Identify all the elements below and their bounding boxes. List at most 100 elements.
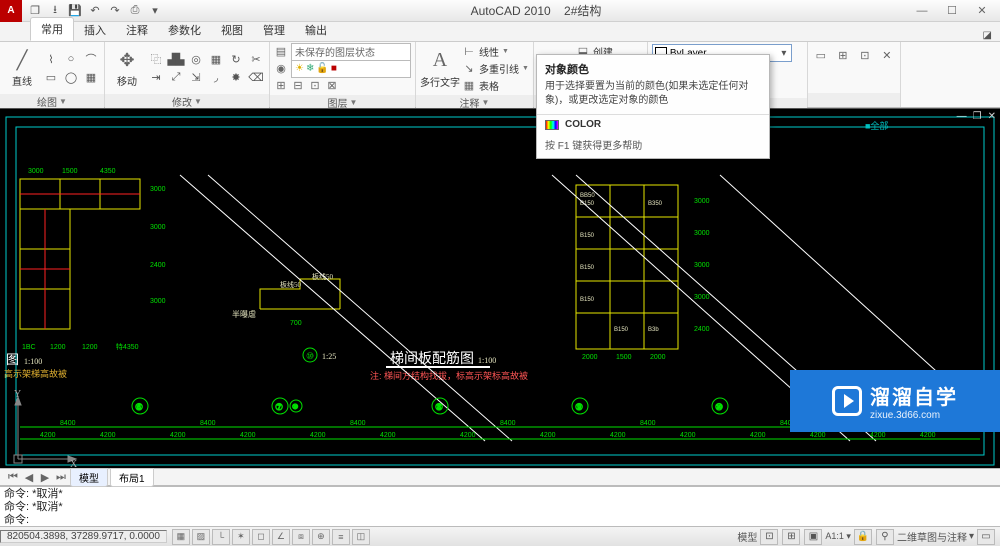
svg-text:1500: 1500 [62, 168, 78, 175]
svg-text:4200: 4200 [460, 432, 476, 439]
copy-icon[interactable]: ⿻ [147, 51, 165, 67]
tab-next-icon[interactable]: ▶ [38, 471, 52, 484]
layer-state-combo[interactable]: 未保存的图层状态 [291, 43, 411, 61]
array-icon[interactable]: ▦ [207, 51, 225, 67]
tooltip-desc: 用于选择要置为当前的颜色(如果未选定任何对象)，或更改选定对象的颜色 [545, 80, 761, 108]
doc-min-icon[interactable]: — [957, 111, 967, 122]
tab-manage[interactable]: 管理 [253, 19, 295, 41]
layer-tool3-icon[interactable]: ⊡ [308, 79, 322, 93]
fillet-icon[interactable]: ◞ [207, 69, 225, 85]
svg-text:4200: 4200 [100, 432, 116, 439]
svg-text:1200: 1200 [50, 344, 66, 351]
svg-text:700: 700 [290, 320, 302, 327]
layer-iso-icon[interactable]: ◉ [274, 62, 288, 76]
mtext-button[interactable]: A 多行文字 [420, 45, 460, 93]
calc-icon[interactable]: ⊞ [834, 46, 852, 64]
tab-first-icon[interactable]: ⏮ [6, 471, 20, 484]
watermark-title: 溜溜自学 [870, 381, 958, 410]
svg-text:4200: 4200 [920, 432, 936, 439]
cmd-history-1: 命令: *取消* [4, 488, 996, 501]
svg-text:4200: 4200 [310, 432, 326, 439]
qat-more-icon[interactable]: ▾ [146, 3, 164, 19]
mirror-icon[interactable]: ▟▙ [167, 51, 185, 67]
svg-text:3000: 3000 [28, 168, 44, 175]
panel-layer-title[interactable]: 图层▼ [270, 95, 415, 109]
tooltip-help: 按 F1 键获得更多帮助 [537, 134, 769, 158]
dim-linear-icon: ⊢ [462, 45, 476, 59]
pline-icon[interactable]: ⌇ [42, 51, 60, 67]
stretch-icon[interactable]: ⇲ [187, 69, 205, 85]
svg-text:4200: 4200 [680, 432, 696, 439]
layer-tool1-icon[interactable]: ⊞ [274, 79, 288, 93]
tab-prev-icon[interactable]: ◀ [22, 471, 36, 484]
panel-modify-title[interactable]: 修改▼ [105, 94, 269, 108]
svg-text:注: 梯间方结构找拔，标高示架标高故被: 注: 梯间方结构找拔，标高示架标高故被 [370, 370, 528, 381]
svg-text:B150: B150 [580, 265, 595, 271]
svg-text:Y: Y [14, 389, 21, 400]
arc-icon[interactable]: ⌒ [82, 51, 100, 67]
app-logo[interactable]: A [0, 0, 22, 22]
tab-annotate[interactable]: 注释 [116, 19, 158, 41]
svg-text:8400: 8400 [350, 420, 366, 427]
command-line[interactable]: 命令: *取消* 命令: *取消* 命令: [0, 486, 1000, 526]
tab-common[interactable]: 常用 [30, 17, 74, 41]
mleader-button[interactable]: ↘多重引线▼ [462, 61, 529, 76]
dim-linear-button[interactable]: ⊢线性▼ [462, 44, 529, 59]
tab-last-icon[interactable]: ⏭ [54, 471, 68, 484]
trim-icon[interactable]: ✂ [247, 51, 265, 67]
hatch-icon[interactable]: ▦ [82, 69, 100, 85]
layer-combo[interactable]: ☀❄🔓■ [291, 60, 411, 78]
qat-redo-icon[interactable]: ↷ [106, 3, 124, 19]
svg-text:X: X [70, 459, 78, 468]
svg-text:4200: 4200 [610, 432, 626, 439]
ellipse-icon[interactable]: ◯ [62, 69, 80, 85]
panel-util: ▭ ⊞ ⊡ ✕ [808, 42, 901, 107]
tab-output[interactable]: 输出 [295, 19, 337, 41]
svg-text:图: 图 [6, 352, 19, 367]
table-button[interactable]: ▦表格 [462, 78, 529, 93]
line-button[interactable]: ╱ 直线 [4, 44, 40, 92]
tab-model[interactable]: 模型 [70, 468, 108, 487]
layer-tool4-icon[interactable]: ⊠ [325, 79, 339, 93]
rect-icon[interactable]: ▭ [42, 69, 60, 85]
erase-icon[interactable]: ⌫ [247, 69, 265, 85]
extend-icon[interactable]: ⇥ [147, 69, 165, 85]
circle-icon[interactable]: ○ [62, 51, 80, 67]
svg-text:⑩: ⑩ [715, 402, 723, 412]
measure-icon[interactable]: ▭ [812, 46, 830, 64]
panel-annot-title[interactable]: 注释▼ [416, 95, 533, 109]
tab-view[interactable]: 视图 [211, 19, 253, 41]
svg-text:4200: 4200 [380, 432, 396, 439]
close-button[interactable]: ✕ [968, 2, 996, 20]
tab-layout1[interactable]: 布局1 [110, 468, 154, 487]
doc-close-icon[interactable]: ✕ [988, 111, 996, 122]
minimize-button[interactable]: — [908, 2, 936, 20]
svg-text:B150: B150 [580, 233, 595, 239]
svg-text:1:25: 1:25 [322, 352, 336, 361]
move-button[interactable]: ✥ 移动 [109, 44, 145, 92]
mtext-icon: A [428, 49, 452, 73]
mleader-icon: ↘ [462, 62, 476, 76]
ribbon-tabs: 常用 插入 注释 参数化 视图 管理 输出 ◪ [0, 22, 1000, 42]
tab-insert[interactable]: 插入 [74, 19, 116, 41]
offset-icon[interactable]: ◎ [187, 51, 205, 67]
scale-icon[interactable]: ⤢ [167, 69, 185, 85]
maximize-button[interactable]: ☐ [938, 2, 966, 20]
explode-icon[interactable]: ✸ [227, 69, 245, 85]
svg-text:3000: 3000 [150, 224, 166, 231]
panel-draw-title[interactable]: 绘图▼ [0, 94, 104, 108]
layer-tool2-icon[interactable]: ⊟ [291, 79, 305, 93]
select-icon[interactable]: ⊡ [856, 46, 874, 64]
doc-max-icon[interactable]: ❐ [973, 111, 982, 122]
ribbon-expand-icon[interactable]: ◪ [983, 30, 992, 41]
rotate-icon[interactable]: ↻ [227, 51, 245, 67]
drawing-area[interactable]: — ❐ ✕ ■全部 3000 1500 4350 [0, 108, 1000, 468]
quickcalc-icon[interactable]: ✕ [878, 46, 896, 64]
tab-parametric[interactable]: 参数化 [158, 19, 211, 41]
play-icon [832, 386, 862, 416]
layer-props-icon[interactable]: ▤ [274, 45, 288, 59]
qat-print-icon[interactable]: ⎙ [126, 3, 144, 19]
svg-text:高示架梯高故被: 高示架梯高故被 [4, 368, 67, 379]
qat-undo-icon[interactable]: ↶ [86, 3, 104, 19]
svg-text:2400: 2400 [150, 262, 166, 269]
